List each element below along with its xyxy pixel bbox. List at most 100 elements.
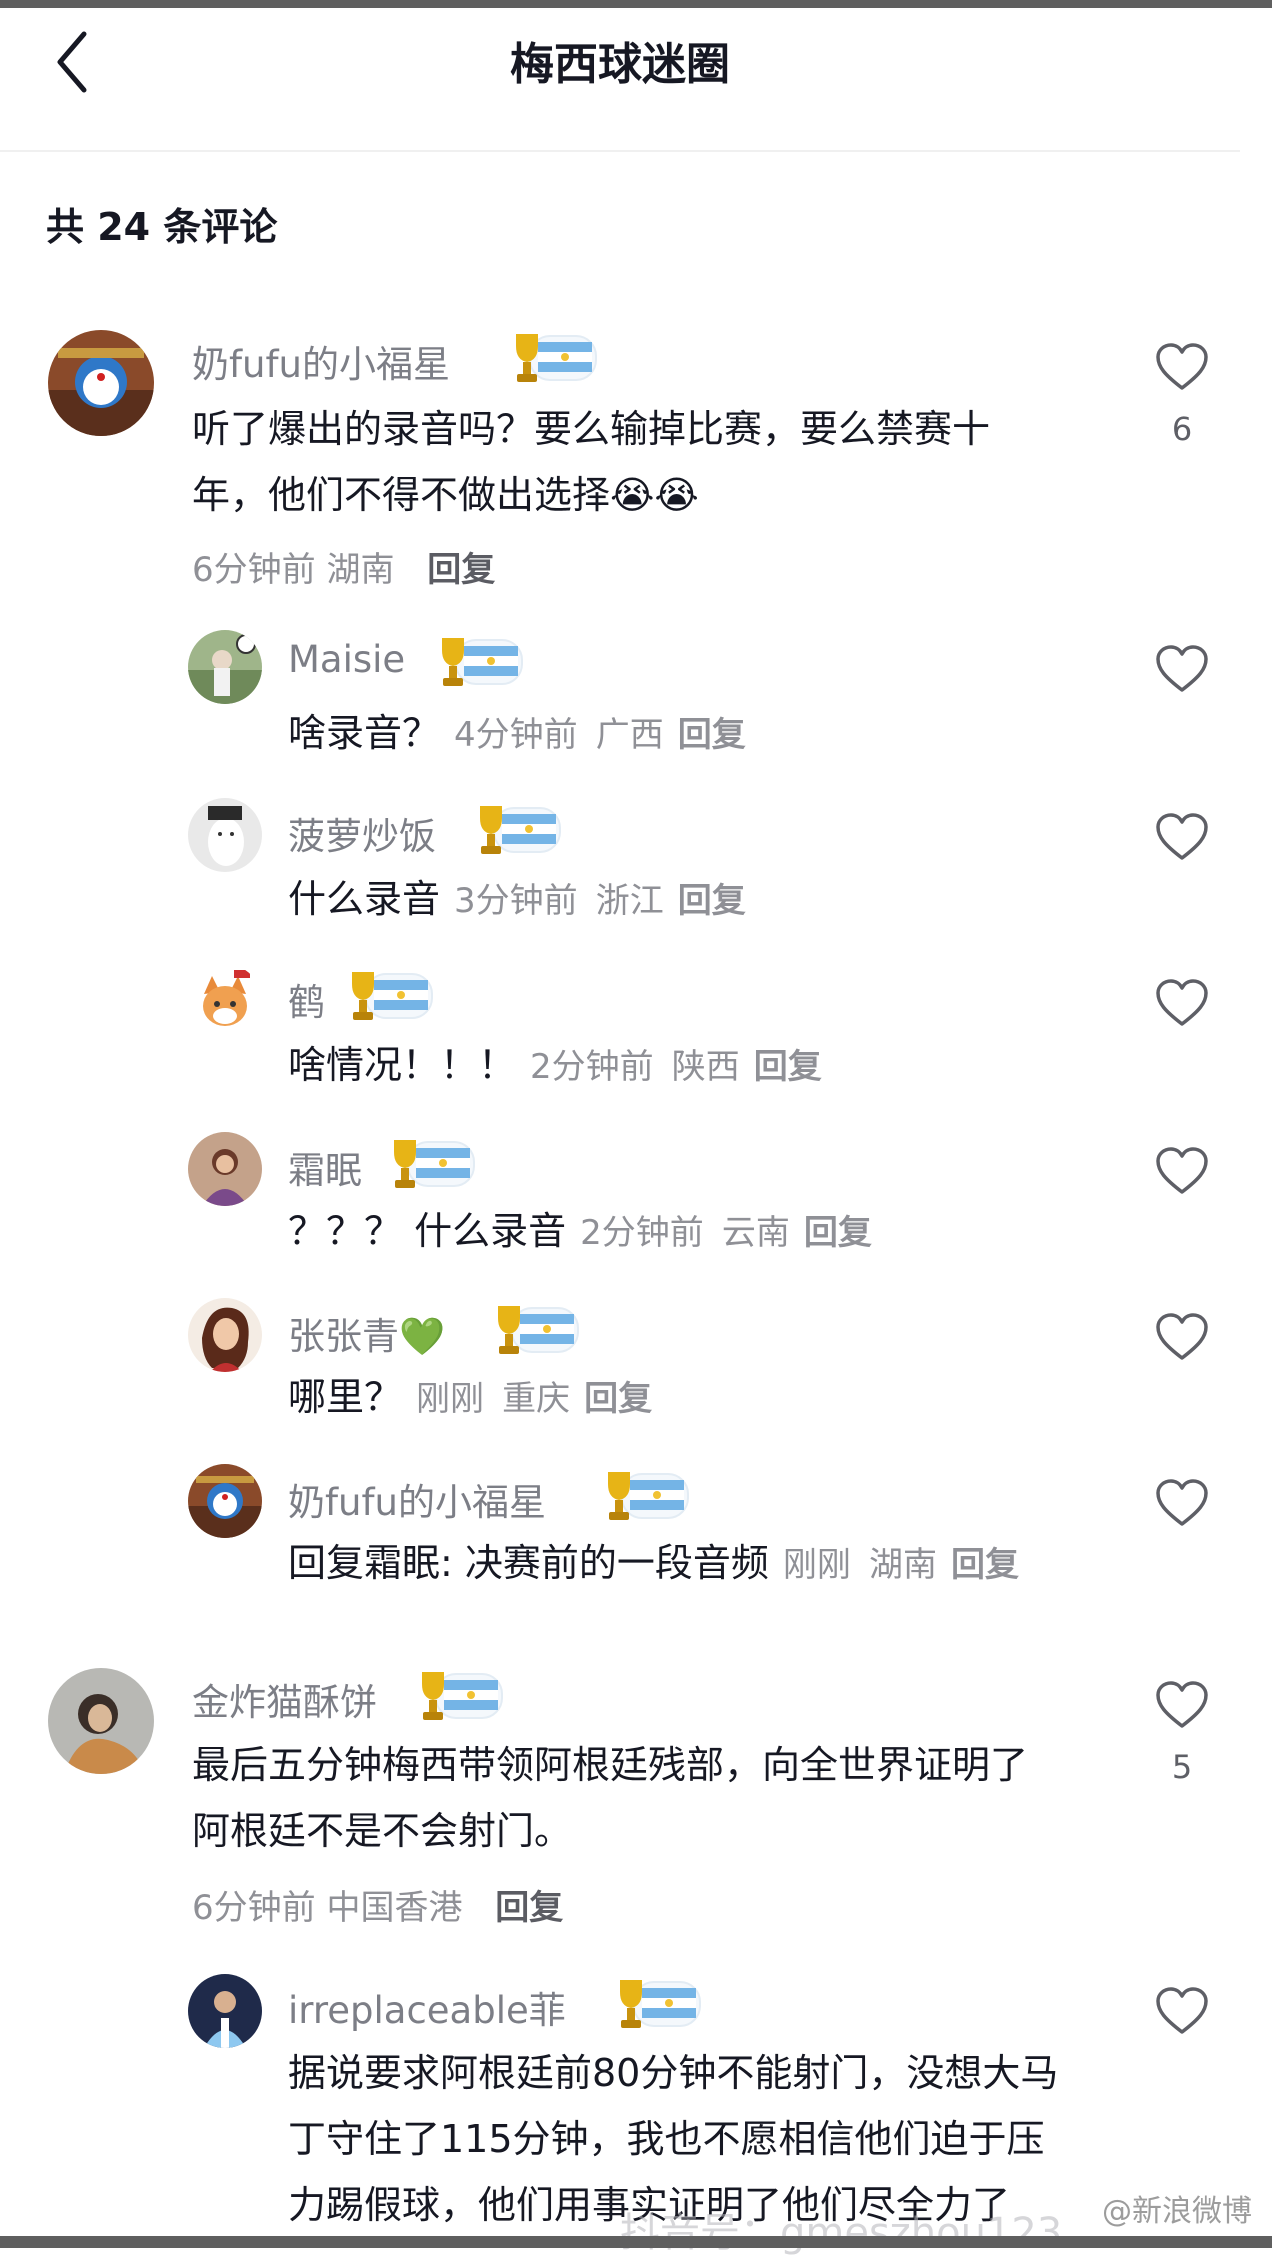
avatar[interactable] bbox=[188, 798, 262, 872]
location: 浙江 bbox=[595, 881, 664, 921]
timestamp: 刚刚 bbox=[416, 1379, 485, 1419]
reply-button[interactable]: 回复 bbox=[804, 1213, 872, 1253]
reply-content: 啥录音？ bbox=[288, 711, 441, 755]
comment-line: 年，他们不得不做出选择😭😭 bbox=[192, 473, 699, 517]
argentina-trophy-badge-icon bbox=[434, 632, 526, 692]
avatar[interactable] bbox=[188, 964, 262, 1038]
avatar[interactable] bbox=[188, 630, 262, 704]
like-control[interactable]: 5 bbox=[1154, 1680, 1210, 1786]
reply-button[interactable]: 回复 bbox=[427, 550, 495, 590]
reply-text: 哪里？ 刚刚 重庆 回复 bbox=[288, 1364, 652, 1432]
username[interactable]: 霜眠 bbox=[288, 1140, 362, 1194]
location: 广西 bbox=[595, 715, 664, 755]
reply-button[interactable]: 回复 bbox=[584, 1379, 652, 1419]
like-control[interactable] bbox=[1154, 1986, 1210, 2036]
avatar[interactable] bbox=[188, 1298, 262, 1372]
comment-meta: 6分钟前 湖南 回复 bbox=[192, 542, 495, 591]
reply-button[interactable]: 回复 bbox=[495, 1888, 563, 1928]
argentina-trophy-badge-icon bbox=[344, 966, 436, 1026]
comment-count: 共 24 条评论 bbox=[46, 205, 278, 249]
like-count: 6 bbox=[1171, 410, 1193, 448]
username[interactable]: Maisie bbox=[288, 638, 405, 681]
avatar[interactable] bbox=[188, 1974, 262, 2048]
argentina-trophy-badge-icon bbox=[490, 1300, 582, 1360]
heart-icon[interactable] bbox=[1155, 1478, 1209, 1528]
like-control[interactable] bbox=[1154, 1312, 1210, 1362]
username[interactable]: 张张青💚 bbox=[288, 1306, 445, 1360]
comment-text: 听了爆出的录音吗？要么输掉比赛，要么禁赛十 年，他们不得不做出选择😭😭 bbox=[192, 396, 1112, 528]
heart-icon[interactable] bbox=[1155, 1986, 1209, 2036]
timestamp: 2分钟前 bbox=[530, 1047, 654, 1087]
reply-content: 什么录音 bbox=[288, 877, 441, 921]
weibo-watermark: @新浪微博 bbox=[1102, 2194, 1252, 2229]
like-control[interactable] bbox=[1154, 978, 1210, 1028]
like-control[interactable] bbox=[1154, 644, 1210, 694]
username[interactable]: irreplaceable菲 bbox=[288, 1980, 566, 2034]
timestamp: 6分钟前 bbox=[192, 550, 316, 590]
location: 陕西 bbox=[671, 1047, 740, 1087]
reply-button[interactable]: 回复 bbox=[754, 1047, 822, 1087]
header-bar: 梅西球迷圈 bbox=[0, 8, 1240, 152]
heart-icon[interactable] bbox=[1155, 644, 1209, 694]
heart-icon[interactable] bbox=[1155, 1680, 1209, 1730]
argentina-trophy-badge-icon bbox=[612, 1974, 704, 2034]
comment-text: 最后五分钟梅西带领阿根廷残部，向全世界证明了 阿根廷不是不会射门。 bbox=[192, 1732, 1132, 1864]
heart-icon[interactable] bbox=[1155, 812, 1209, 862]
comment-meta: 6分钟前 中国香港 回复 bbox=[192, 1880, 563, 1929]
reply-button[interactable]: 回复 bbox=[951, 1545, 1019, 1585]
timestamp: 4分钟前 bbox=[454, 715, 578, 755]
douyin-watermark: 抖音号：gmeszhou123 bbox=[620, 2210, 1063, 2256]
heart-icon[interactable] bbox=[1155, 342, 1209, 392]
username[interactable]: 金炸猫酥饼 bbox=[192, 1672, 377, 1726]
username[interactable]: 奶fufu的小福星 bbox=[288, 1472, 546, 1526]
top-edge bbox=[0, 0, 1272, 8]
location: 重庆 bbox=[502, 1379, 571, 1419]
reply-content: 回复霜眠: 决赛前的一段音频 bbox=[288, 1541, 769, 1585]
comment-line: 听了爆出的录音吗？要么输掉比赛，要么禁赛十 bbox=[192, 407, 991, 451]
timestamp: 3分钟前 bbox=[454, 881, 578, 921]
reply-content: 哪里？ bbox=[288, 1375, 403, 1419]
comment-line: 阿根廷不是不会射门。 bbox=[192, 1809, 573, 1853]
location: 云南 bbox=[721, 1213, 790, 1253]
bottom-edge bbox=[0, 2236, 1272, 2248]
heart-icon[interactable] bbox=[1155, 1146, 1209, 1196]
page-title: 梅西球迷圈 bbox=[510, 39, 730, 90]
argentina-trophy-badge-icon bbox=[508, 328, 600, 388]
reply-line: 据说要求阿根廷前80分钟不能射门，没想大马 bbox=[288, 2051, 1059, 2095]
avatar[interactable] bbox=[188, 1132, 262, 1206]
reply-content: 啥情况！！！ bbox=[288, 1043, 517, 1087]
like-control[interactable]: 6 bbox=[1154, 342, 1210, 448]
like-control[interactable] bbox=[1154, 812, 1210, 862]
comment-line: 最后五分钟梅西带领阿根廷残部，向全世界证明了 bbox=[192, 1743, 1029, 1787]
reply-line: 丁守住了115分钟，我也不愿相信他们迫于压 bbox=[288, 2117, 1045, 2161]
reply-button[interactable]: 回复 bbox=[678, 715, 746, 755]
heart-icon[interactable] bbox=[1155, 978, 1209, 1028]
location: 湖南 bbox=[868, 1545, 937, 1585]
timestamp: 2分钟前 bbox=[580, 1213, 704, 1253]
like-control[interactable] bbox=[1154, 1478, 1210, 1528]
reply-text: 啥录音？ 4分钟前 广西 回复 bbox=[288, 700, 746, 768]
avatar[interactable] bbox=[48, 1668, 154, 1774]
timestamp: 6分钟前 bbox=[192, 1888, 316, 1928]
like-count: 5 bbox=[1171, 1748, 1193, 1786]
location: 中国香港 bbox=[326, 1888, 463, 1928]
reply-button[interactable]: 回复 bbox=[678, 881, 746, 921]
like-control[interactable] bbox=[1154, 1146, 1210, 1196]
reply-text: 啥情况！！！ 2分钟前 陕西 回复 bbox=[288, 1032, 822, 1100]
username[interactable]: 菠萝炒饭 bbox=[288, 806, 436, 860]
avatar[interactable] bbox=[48, 330, 154, 436]
reply-text: ？？？ 什么录音 2分钟前 云南 回复 bbox=[288, 1198, 872, 1266]
argentina-trophy-badge-icon bbox=[600, 1466, 692, 1526]
heart-icon[interactable] bbox=[1155, 1312, 1209, 1362]
location: 湖南 bbox=[326, 550, 395, 590]
avatar[interactable] bbox=[188, 1464, 262, 1538]
argentina-trophy-badge-icon bbox=[414, 1666, 506, 1726]
argentina-trophy-badge-icon bbox=[472, 800, 564, 860]
username[interactable]: 鹤 bbox=[288, 972, 325, 1026]
argentina-trophy-badge-icon bbox=[386, 1134, 478, 1194]
reply-text: 什么录音 3分钟前 浙江 回复 bbox=[288, 866, 746, 934]
username[interactable]: 奶fufu的小福星 bbox=[192, 334, 450, 388]
reply-content: ？？？ 什么录音 bbox=[288, 1209, 567, 1253]
timestamp: 刚刚 bbox=[782, 1545, 851, 1585]
reply-text: 回复霜眠: 决赛前的一段音频 刚刚 湖南 回复 bbox=[288, 1530, 1019, 1598]
